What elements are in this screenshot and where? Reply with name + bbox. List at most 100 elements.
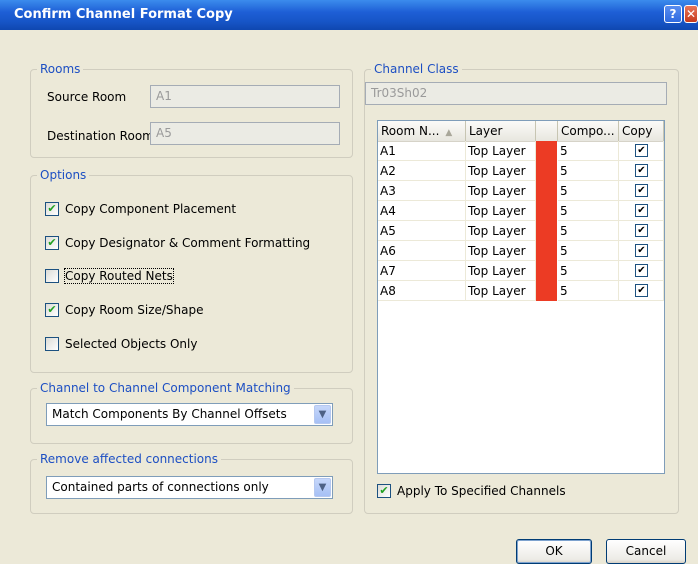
- checkmark-icon[interactable]: ✔: [635, 264, 648, 277]
- layer-cell: Top Layer: [466, 281, 536, 301]
- matching-selected-value: Match Components By Channel Offsets: [52, 407, 287, 421]
- option-label: Copy Room Size/Shape: [65, 303, 204, 317]
- components-cell: 5: [558, 141, 619, 161]
- dialog-window: Confirm Channel Format Copy ? ✕ Rooms So…: [0, 0, 698, 564]
- copy-cell: ✔: [619, 281, 664, 301]
- components-cell: 5: [558, 181, 619, 201]
- components-cell: 5: [558, 201, 619, 221]
- copy-cell: ✔: [619, 141, 664, 161]
- option-label: Copy Routed Nets: [64, 268, 174, 284]
- window-title: Confirm Channel Format Copy: [14, 7, 233, 22]
- room-cell: A8: [378, 281, 466, 301]
- rooms-legend: Rooms: [40, 62, 81, 76]
- destination-room-field[interactable]: A5: [150, 122, 340, 145]
- checkbox-box[interactable]: [45, 269, 59, 283]
- layer-cell: Top Layer: [466, 161, 536, 181]
- option-checkbox[interactable]: ✔ Copy Designator & Comment Formatting: [45, 235, 335, 253]
- remove-select[interactable]: Contained parts of connections only ▼: [46, 476, 333, 499]
- close-icon[interactable]: ✕: [684, 5, 698, 23]
- room-cell: A3: [378, 181, 466, 201]
- table-row[interactable]: A4 Top Layer 5 ✔: [378, 201, 664, 221]
- sort-ascending-icon: ▲: [445, 128, 453, 138]
- copy-cell: ✔: [619, 181, 664, 201]
- table-header: Room N... ▲ Layer Compo... Copy: [378, 121, 664, 142]
- table-row[interactable]: A1 Top Layer 5 ✔: [378, 141, 664, 161]
- layer-color-swatch: [536, 241, 557, 261]
- column-header-room[interactable]: Room N... ▲: [378, 121, 466, 141]
- checkmark-icon[interactable]: ✔: [635, 144, 648, 157]
- column-header-copy[interactable]: Copy: [619, 121, 664, 141]
- layer-color-swatch: [536, 281, 557, 301]
- layer-color-swatch: [536, 261, 557, 281]
- channels-table: Room N... ▲ Layer Compo... Copy A1 Top Lay…: [377, 120, 665, 474]
- matching-select[interactable]: Match Components By Channel Offsets ▼: [46, 403, 333, 426]
- column-header-color[interactable]: [536, 121, 558, 141]
- column-header-layer[interactable]: Layer: [466, 121, 536, 141]
- layer-color-swatch: [536, 141, 557, 161]
- cancel-button[interactable]: Cancel: [606, 539, 686, 564]
- checkbox-box[interactable]: [45, 337, 59, 351]
- layer-color-swatch: [536, 221, 557, 241]
- option-label: Copy Component Placement: [65, 202, 237, 216]
- room-cell: A4: [378, 201, 466, 221]
- layer-cell: Top Layer: [466, 201, 536, 221]
- option-checkbox[interactable]: Copy Routed Nets: [45, 268, 335, 286]
- checkmark-icon[interactable]: ✔: [635, 204, 648, 217]
- source-room-label: Source Room: [47, 90, 127, 104]
- copy-cell: ✔: [619, 261, 664, 281]
- checkmark-icon[interactable]: ✔: [635, 244, 648, 257]
- option-label: Copy Designator & Comment Formatting: [65, 236, 311, 250]
- table-row[interactable]: A7 Top Layer 5 ✔: [378, 261, 664, 281]
- option-checkbox[interactable]: ✔ Copy Component Placement: [45, 201, 335, 219]
- options-legend: Options: [40, 168, 87, 182]
- copy-cell: ✔: [619, 241, 664, 261]
- copy-cell: ✔: [619, 201, 664, 221]
- checkmark-icon[interactable]: ✔: [635, 184, 648, 197]
- chevron-down-icon[interactable]: ▼: [314, 478, 331, 497]
- option-checkbox[interactable]: ✔ Copy Room Size/Shape: [45, 302, 335, 320]
- layer-cell: Top Layer: [466, 221, 536, 241]
- option-checkbox[interactable]: Selected Objects Only: [45, 336, 335, 354]
- ok-button[interactable]: OK: [516, 539, 592, 564]
- checkmark-icon[interactable]: ✔: [635, 164, 648, 177]
- table-row[interactable]: A5 Top Layer 5 ✔: [378, 221, 664, 241]
- layer-cell: Top Layer: [466, 241, 536, 261]
- room-cell: A6: [378, 241, 466, 261]
- components-cell: 5: [558, 241, 619, 261]
- help-icon[interactable]: ?: [664, 5, 682, 23]
- components-cell: 5: [558, 161, 619, 181]
- table-row[interactable]: A8 Top Layer 5 ✔: [378, 281, 664, 301]
- checkmark-icon[interactable]: ✔: [45, 236, 59, 250]
- checkmark-icon[interactable]: ✔: [635, 284, 648, 297]
- option-label: Selected Objects Only: [65, 337, 198, 351]
- layer-cell: Top Layer: [466, 181, 536, 201]
- table-row[interactable]: A2 Top Layer 5 ✔: [378, 161, 664, 181]
- source-room-field[interactable]: A1: [150, 85, 340, 108]
- column-header-components[interactable]: Compo...: [558, 121, 619, 141]
- remove-legend: Remove affected connections: [40, 452, 219, 466]
- checkmark-icon[interactable]: ✔: [635, 224, 648, 237]
- chevron-down-icon[interactable]: ▼: [314, 405, 331, 424]
- remove-selected-value: Contained parts of connections only: [52, 480, 269, 494]
- room-cell: A2: [378, 161, 466, 181]
- apply-specified-label: Apply To Specified Channels: [397, 484, 566, 498]
- layer-cell: Top Layer: [466, 261, 536, 281]
- components-cell: 5: [558, 221, 619, 241]
- apply-specified-checkbox[interactable]: ✔ Apply To Specified Channels: [377, 483, 627, 501]
- checkmark-icon[interactable]: ✔: [45, 303, 59, 317]
- channel-class-field[interactable]: Tr03Sh02: [365, 82, 667, 105]
- layer-color-swatch: [536, 201, 557, 221]
- checkmark-icon[interactable]: ✔: [377, 484, 391, 498]
- table-row[interactable]: A6 Top Layer 5 ✔: [378, 241, 664, 261]
- layer-color-swatch: [536, 161, 557, 181]
- layer-cell: Top Layer: [466, 141, 536, 161]
- table-row[interactable]: A3 Top Layer 5 ✔: [378, 181, 664, 201]
- components-cell: 5: [558, 281, 619, 301]
- checkmark-icon[interactable]: ✔: [45, 202, 59, 216]
- channel-class-legend: Channel Class: [374, 62, 459, 76]
- column-header-room-label: Room N...: [381, 124, 440, 138]
- components-cell: 5: [558, 261, 619, 281]
- matching-legend: Channel to Channel Component Matching: [40, 381, 291, 395]
- destination-room-label: Destination Room: [47, 129, 154, 143]
- title-bar[interactable]: Confirm Channel Format Copy ? ✕: [0, 0, 698, 30]
